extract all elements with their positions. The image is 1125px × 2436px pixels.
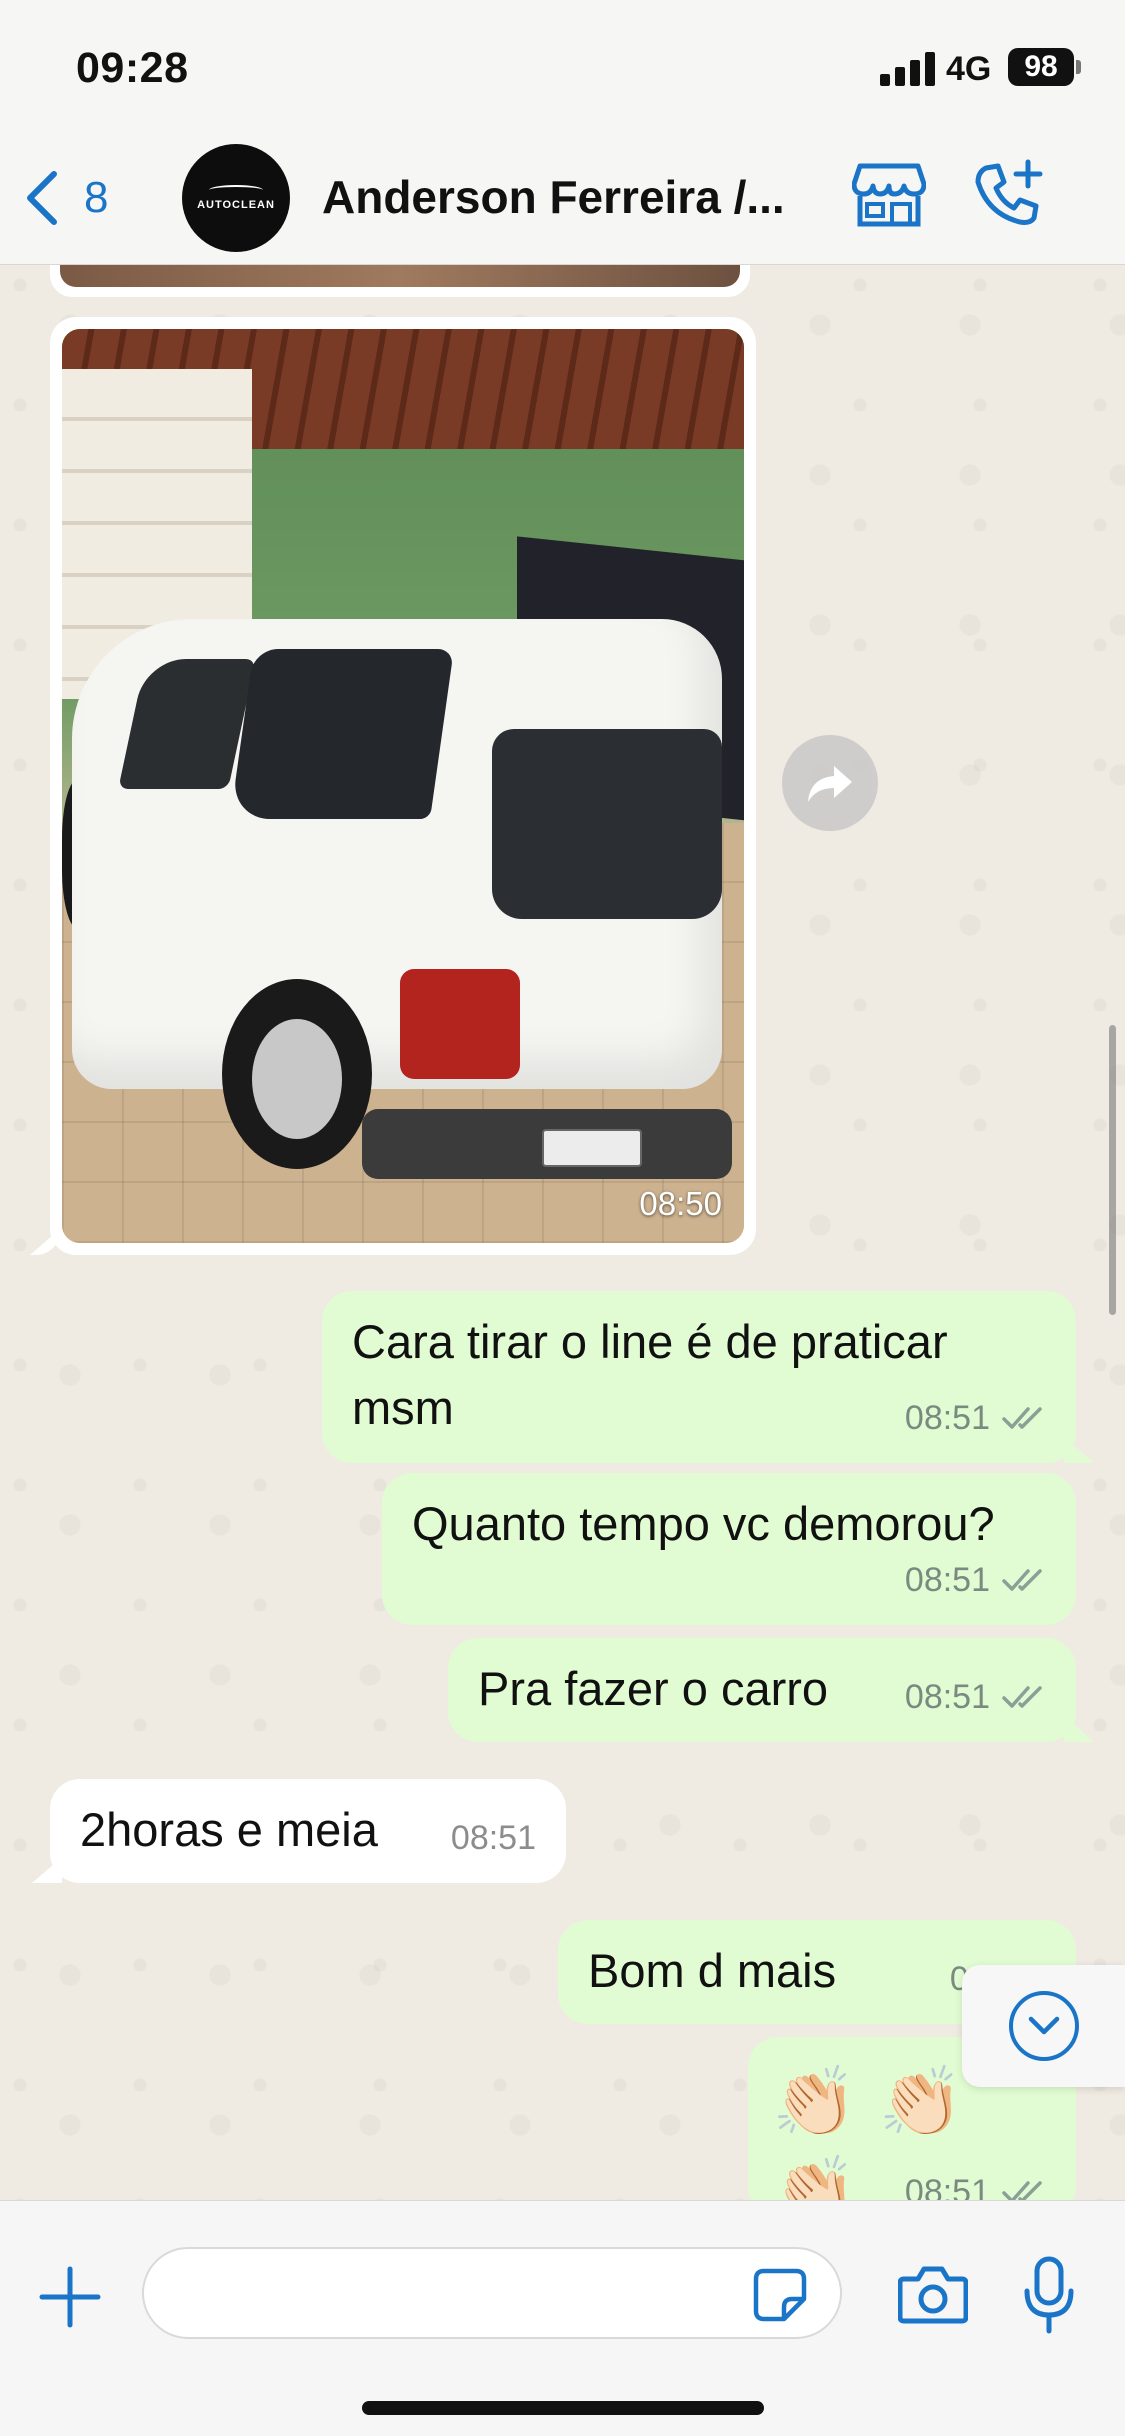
photo-car-rear-window [492, 729, 722, 919]
network-type: 4G [946, 50, 992, 88]
home-indicator[interactable] [362, 2401, 764, 2415]
message-time: 08:51 [904, 1561, 990, 1599]
message-meta: 08:51 [905, 2159, 1046, 2200]
contact-name[interactable]: Anderson Ferreira /... [322, 170, 807, 224]
chat-messages[interactable]: 08:50 Cara tirar o line é de praticar ms… [0, 265, 1125, 2200]
photo-plate [542, 1129, 642, 1167]
photo-car-window [230, 649, 454, 819]
previous-image-bubble[interactable] [50, 265, 750, 297]
add-call-icon[interactable] [972, 158, 1046, 230]
battery-tip [1076, 60, 1081, 74]
message-meta: 08:51 [905, 1664, 1046, 1730]
outgoing-message[interactable]: Quanto tempo vc demorou? 08:51 [382, 1473, 1076, 1625]
sticker-icon[interactable] [752, 2267, 808, 2323]
composer-bar [0, 2200, 1125, 2436]
photo-rim [252, 1019, 342, 1139]
status-time: 09:28 [76, 44, 189, 92]
chevron-down-icon [1028, 2016, 1059, 2035]
scroll-to-bottom-button[interactable] [962, 1965, 1125, 2087]
previous-image [60, 265, 740, 287]
back-chevron-icon [27, 171, 57, 225]
camera-icon[interactable] [898, 2263, 968, 2325]
chat-header: 09:28 4G 98 8 AUTOCLEAN Anderson Ferreir… [0, 0, 1125, 265]
double-check-icon [1002, 1686, 1042, 1708]
outgoing-message[interactable]: Cara tirar o line é de praticar msm 08:5… [322, 1291, 1076, 1463]
message-meta: 08:51 [905, 1547, 1046, 1613]
outgoing-message[interactable]: Pra fazer o carro 08:51 [448, 1638, 1076, 1742]
battery-icon: 98 [1008, 48, 1074, 86]
plus-icon[interactable] [38, 2265, 102, 2329]
message-time: 08:51 [904, 2173, 990, 2200]
double-check-icon [1002, 1569, 1042, 1591]
scrollbar[interactable] [1109, 1025, 1116, 1315]
car-photo[interactable]: 08:50 [62, 329, 744, 1243]
microphone-icon[interactable] [1022, 2255, 1076, 2335]
store-icon[interactable] [852, 162, 926, 228]
avatar[interactable]: AUTOCLEAN [182, 144, 290, 252]
message-time: 08:51 [904, 1399, 990, 1437]
message-time: 08:51 [904, 1678, 990, 1716]
back-button[interactable]: 8 [22, 162, 132, 234]
photo-taillight [400, 969, 520, 1079]
scroll-down-circle [1008, 1991, 1079, 2061]
forward-icon [808, 766, 852, 802]
unread-count: 8 [84, 173, 109, 222]
logo-swoosh [209, 185, 263, 195]
incoming-message[interactable]: 2horas e meia 08:51 [50, 1779, 566, 1883]
double-check-icon [1002, 1407, 1042, 1429]
message-input[interactable] [142, 2247, 842, 2339]
double-check-icon [1002, 2181, 1042, 2200]
message-time: 08:50 [639, 1185, 722, 1222]
message-meta: 08:51 [451, 1805, 536, 1871]
forward-button[interactable] [782, 735, 878, 831]
message-time: 08:51 [450, 1819, 536, 1857]
image-message[interactable]: 08:50 [50, 317, 756, 1255]
signal-icon [880, 52, 936, 86]
avatar-logo-text: AUTOCLEAN [197, 199, 275, 211]
message-meta: 08:51 [905, 1385, 1046, 1451]
